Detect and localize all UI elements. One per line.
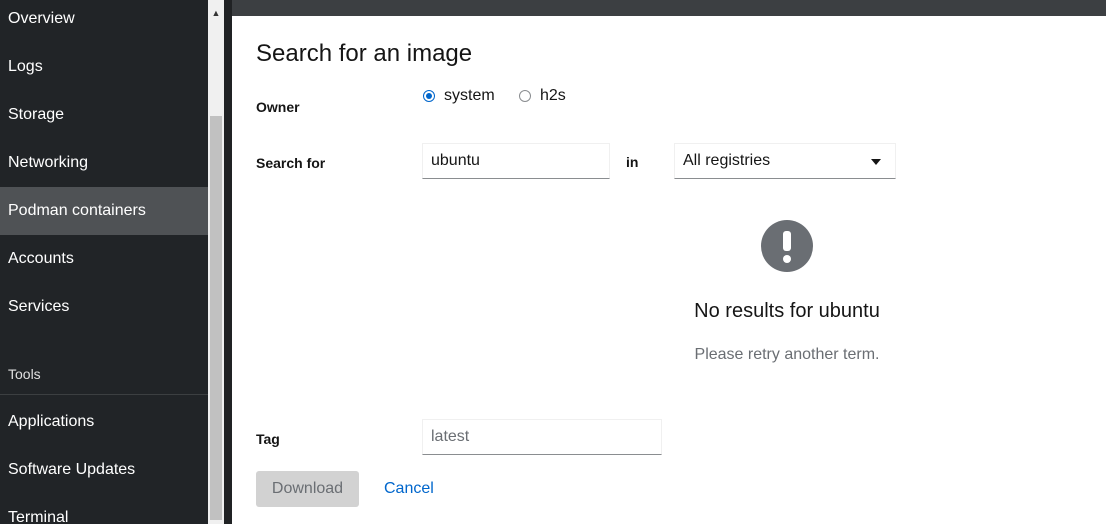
sidebar-scrollbar[interactable]: ▲	[208, 0, 224, 524]
owner-radio-system-label[interactable]: system	[444, 87, 495, 105]
gutter	[224, 0, 232, 524]
owner-radio-h2s-label[interactable]: h2s	[540, 87, 566, 105]
empty-state-title: No results for ubuntu	[694, 300, 880, 322]
topbar	[232, 0, 1106, 8]
section-divider	[0, 394, 208, 395]
empty-state-body: Please retry another term.	[694, 346, 880, 363]
tag-input[interactable]: latest	[422, 419, 662, 455]
sidebar-item-logs[interactable]: Logs	[0, 43, 208, 91]
sidebar-item-podman-containers[interactable]: Podman containers	[0, 187, 208, 235]
tools-section-label: Tools	[8, 366, 41, 382]
registry-select[interactable]: All registries	[674, 143, 896, 179]
sidebar-item-terminal[interactable]: Terminal	[0, 494, 208, 524]
registry-select-value: All registries	[683, 152, 771, 169]
search-image-dialog: Search for an image Owner system h2s Sea…	[232, 16, 1106, 524]
owner-radio-system[interactable]	[423, 90, 435, 102]
sidebar-item-overview[interactable]: Overview	[0, 0, 208, 43]
dialog-title: Search for an image	[256, 40, 473, 67]
tag-label: Tag	[256, 431, 280, 447]
sidebar-item-accounts[interactable]: Accounts	[0, 235, 208, 283]
cancel-button[interactable]: Cancel	[384, 471, 434, 507]
scroll-up-arrow-icon[interactable]: ▲	[208, 6, 224, 20]
sidebar-item-applications[interactable]: Applications	[0, 398, 208, 446]
caret-down-icon	[871, 159, 881, 165]
scrollbar-thumb[interactable]	[210, 116, 222, 520]
sidebar-item-services[interactable]: Services	[0, 283, 208, 331]
exclamation-circle-icon	[761, 220, 813, 272]
search-input[interactable]: ubuntu	[422, 143, 610, 179]
sidebar-item-software-updates[interactable]: Software Updates	[0, 446, 208, 494]
owner-radio-h2s[interactable]	[519, 90, 531, 102]
sidebar-item-networking[interactable]: Networking	[0, 139, 208, 187]
sidebar-item-storage[interactable]: Storage	[0, 91, 208, 139]
owner-label: Owner	[256, 99, 300, 115]
in-label: in	[626, 154, 639, 170]
download-button[interactable]: Download	[256, 471, 359, 507]
search-for-label: Search for	[256, 155, 326, 171]
sidebar-nav: Overview Logs Storage Networking Podman …	[0, 0, 208, 524]
